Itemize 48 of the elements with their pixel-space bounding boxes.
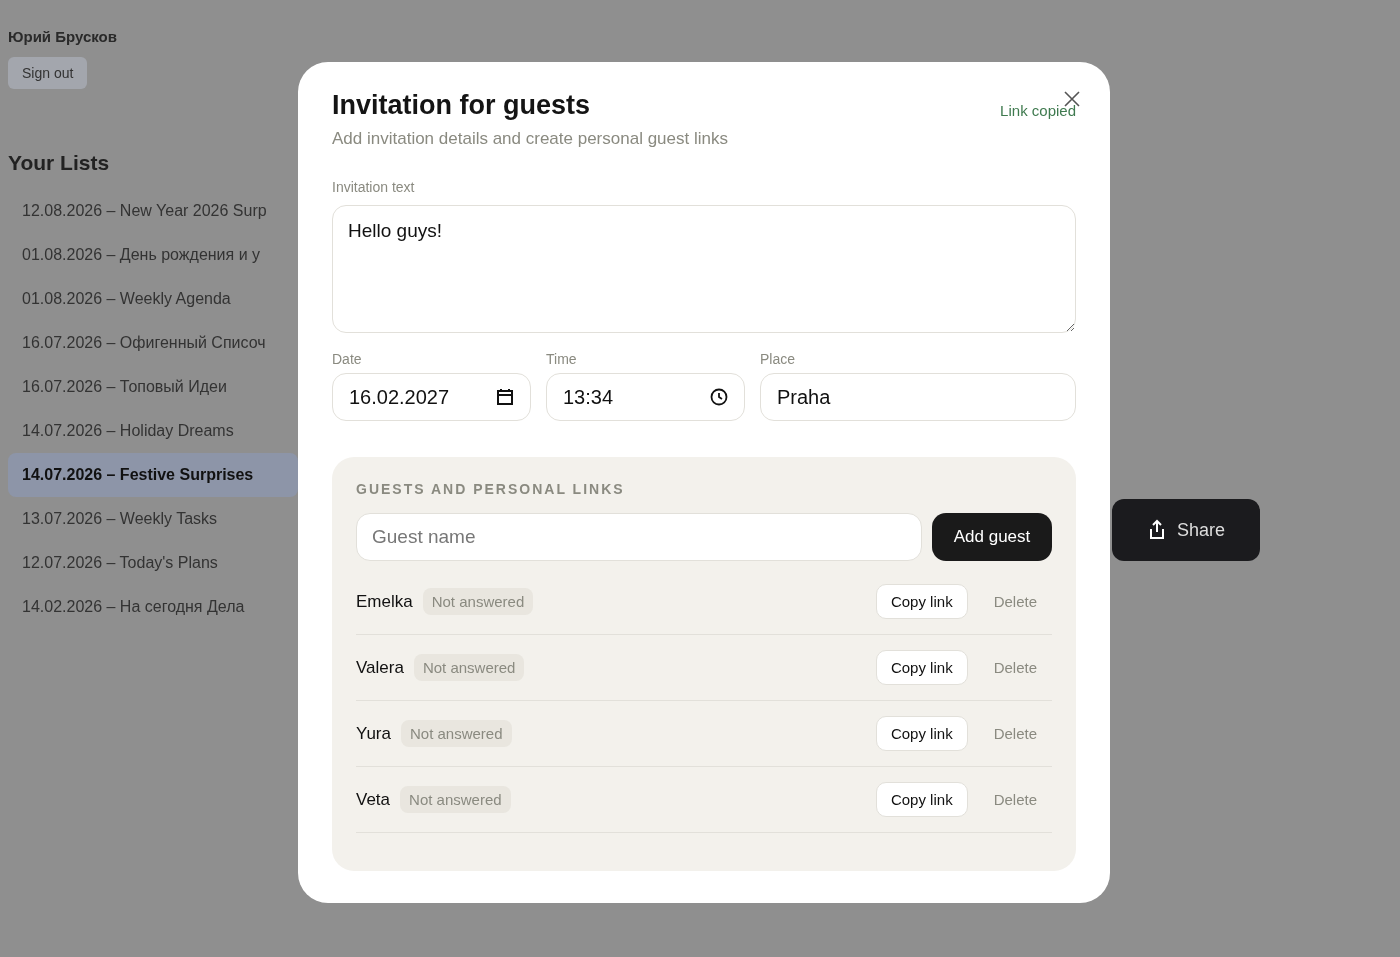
add-guest-button[interactable]: Add guest: [932, 513, 1052, 561]
status-badge: Not answered: [422, 588, 534, 615]
copy-link-button[interactable]: Copy link: [875, 782, 968, 817]
list-item[interactable]: 12.08.2026 – New Year 2026 Surp: [8, 189, 298, 233]
guest-name: Emelka: [356, 591, 413, 612]
list-item[interactable]: 14.07.2026 – Holiday Dreams: [8, 409, 298, 453]
status-message: Link copied: [1000, 102, 1076, 119]
lists-heading: Your Lists: [8, 151, 110, 175]
field-label: Place: [760, 351, 797, 367]
delete-button[interactable]: Delete: [977, 585, 1052, 618]
section-heading: GUESTS AND PERSONAL LINKS: [356, 481, 626, 497]
calendar-icon: [496, 388, 514, 406]
guest-name: Valera: [356, 657, 404, 678]
list-item[interactable]: 01.08.2026 – День рождения и у: [8, 233, 298, 277]
list-item[interactable]: 01.08.2026 – Weekly Agenda: [8, 277, 298, 321]
close-icon[interactable]: [1064, 91, 1080, 107]
list-item[interactable]: 14.02.2026 – На сегодня Дела: [8, 585, 298, 629]
sign-out-button[interactable]: Sign out: [8, 57, 88, 89]
status-badge: Not answered: [400, 786, 511, 813]
field-label: Time: [546, 351, 578, 367]
share-button[interactable]: Share: [1112, 499, 1260, 561]
delete-button[interactable]: Delete: [977, 783, 1052, 816]
list-item[interactable]: 13.07.2026 – Weekly Tasks: [8, 497, 298, 541]
dialog-title: Invitation for guests: [332, 90, 592, 121]
date-field[interactable]: 16.02.2027: [332, 373, 531, 421]
copy-link-button[interactable]: Copy link: [875, 584, 968, 619]
time-field[interactable]: 13:34: [546, 373, 745, 421]
status-badge: Not answered: [401, 720, 512, 747]
field-label: Date: [332, 351, 363, 367]
user-name: Юрий Брусков: [8, 28, 117, 45]
guest-name: Yura: [356, 723, 391, 744]
share-label: Share: [1176, 519, 1225, 541]
place-field[interactable]: Praha: [760, 373, 1076, 421]
delete-button[interactable]: Delete: [977, 651, 1052, 684]
invitation-text-field[interactable]: Hello guys!: [332, 205, 1076, 333]
field-label: Invitation text: [332, 179, 416, 195]
dialog-subtitle: Add invitation details and create personal guest links: [332, 129, 729, 149]
status-badge: Not answered: [413, 654, 525, 681]
clock-icon: [710, 388, 728, 406]
list-item[interactable]: 16.07.2026 – Топовый Идеи: [8, 365, 298, 409]
list-item[interactable]: 12.07.2026 – Today's Plans: [8, 541, 298, 585]
delete-button[interactable]: Delete: [977, 717, 1052, 750]
list-item[interactable]: 16.07.2026 – Офигенный Списоч: [8, 321, 298, 365]
guest-name-field[interactable]: Guest name: [356, 513, 922, 561]
guest-name: Veta: [356, 789, 391, 810]
copy-link-button[interactable]: Copy link: [875, 716, 968, 751]
list-item[interactable]: 14.07.2026 – Festive Surprises: [8, 453, 298, 497]
copy-link-button[interactable]: Copy link: [875, 650, 968, 685]
